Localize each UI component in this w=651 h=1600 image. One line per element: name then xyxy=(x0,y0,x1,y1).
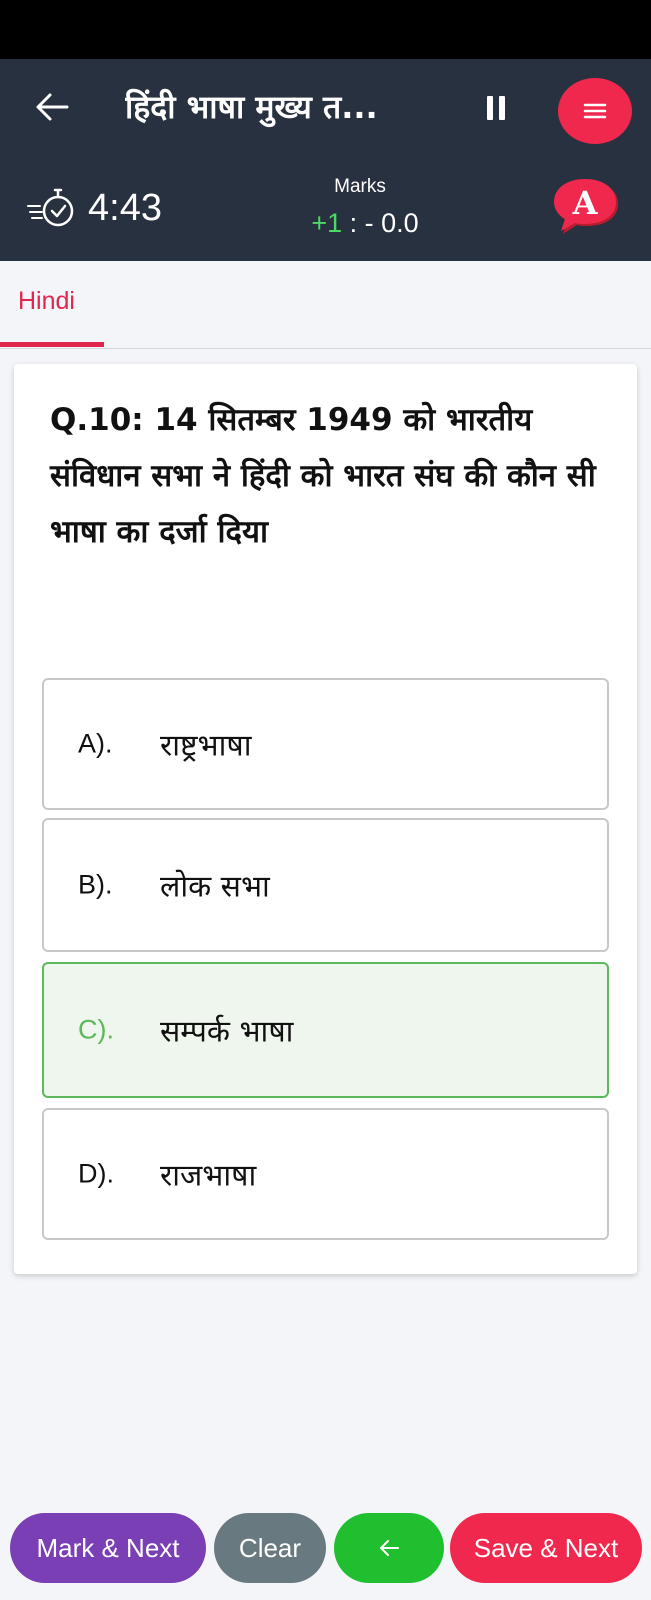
quiz-title: हिंदी भाषा मुख्य त... xyxy=(125,88,378,126)
option-letter: D). xyxy=(78,1158,114,1189)
mark-and-next-button[interactable]: Mark & Next xyxy=(10,1513,206,1583)
menu-button[interactable] xyxy=(558,78,632,144)
marks-negative: : - 0.0 xyxy=(342,208,419,238)
hamburger-menu-icon xyxy=(583,103,607,119)
question-card: Q.10: 14 सितम्बर 1949 को भारतीय संविधान … xyxy=(14,364,637,1274)
timer-value: 4:43 xyxy=(88,187,162,229)
option-text: लोक सभा xyxy=(160,869,270,905)
marks-positive: +1 xyxy=(311,208,343,238)
previous-button[interactable] xyxy=(334,1513,444,1583)
active-tab-indicator xyxy=(0,342,104,347)
status-bar xyxy=(0,0,651,59)
pause-button[interactable] xyxy=(478,93,514,123)
option-text: राजभाषा xyxy=(160,1158,257,1194)
option-letter: B). xyxy=(78,869,113,900)
stopwatch-icon xyxy=(27,188,74,227)
option-letter: C). xyxy=(78,1014,114,1045)
option-text: राष्ट्रभाषा xyxy=(160,728,252,764)
subject-tab-bar: Hindi xyxy=(0,261,651,349)
arrow-left-icon xyxy=(380,1540,399,1556)
option-d[interactable]: D). राजभाषा xyxy=(42,1108,609,1240)
language-badge-letter: A xyxy=(572,184,599,222)
pause-icon xyxy=(487,96,493,120)
question-text: Q.10: 14 सितम्बर 1949 को भारतीय संविधान … xyxy=(50,402,596,550)
option-b[interactable]: B). लोक सभा xyxy=(42,818,609,952)
arrow-left-icon xyxy=(36,93,69,121)
marks-label: Marks xyxy=(334,176,386,197)
option-a[interactable]: A). राष्ट्रभाषा xyxy=(42,678,609,810)
save-and-next-button[interactable]: Save & Next xyxy=(450,1513,642,1583)
option-letter: A). xyxy=(78,728,113,759)
tab-hindi[interactable]: Hindi xyxy=(18,283,75,319)
back-button[interactable] xyxy=(30,85,74,129)
option-c[interactable]: C). सम्पर्क भाषा xyxy=(42,962,609,1098)
marks-value: +1 : - 0.0 xyxy=(290,205,440,241)
clear-button[interactable]: Clear xyxy=(214,1513,326,1583)
option-text: सम्पर्क भाषा xyxy=(160,1014,294,1050)
speech-bubble-letter-icon[interactable]: A xyxy=(552,178,622,236)
pause-icon-bar xyxy=(499,96,505,120)
